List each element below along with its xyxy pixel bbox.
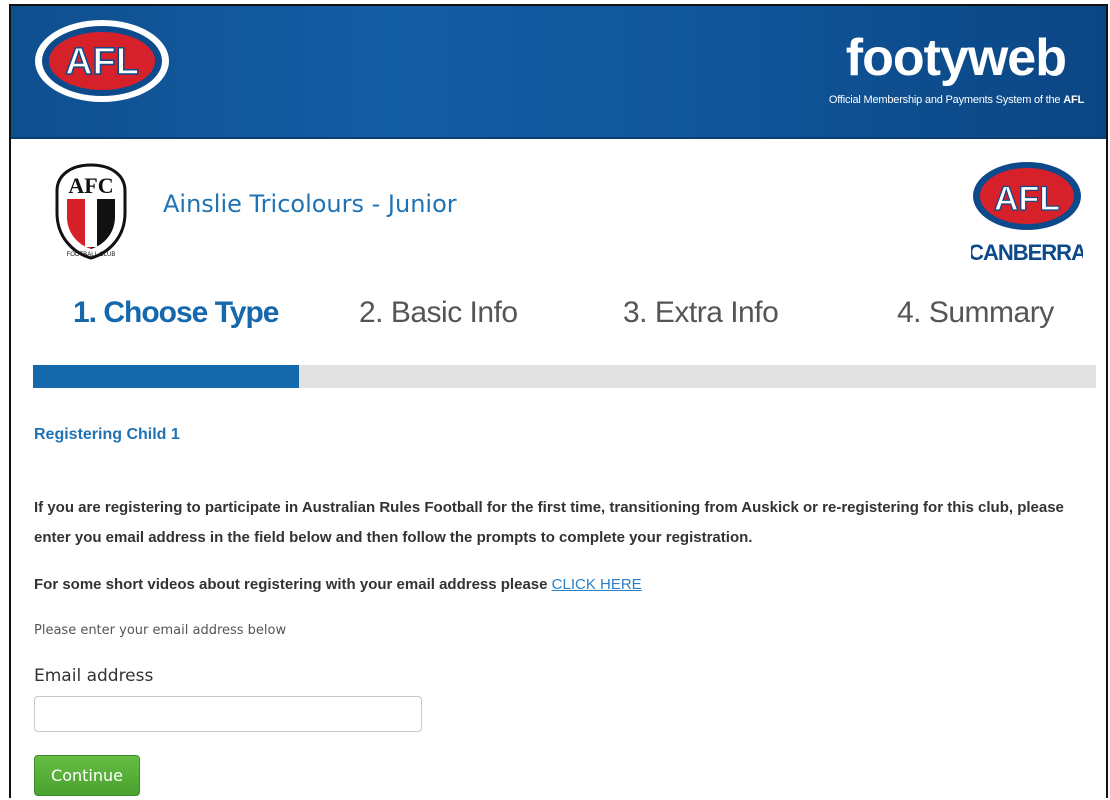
videos-text: For some short videos about registering …: [34, 576, 552, 593]
afl-canberra-logo-text: AFL: [994, 180, 1060, 218]
club-name: Ainslie Tricolours - Junior: [163, 190, 457, 218]
afl-logo-text: AFL: [65, 41, 139, 83]
page-frame: AFL footyweb Official Membership and Pay…: [9, 4, 1108, 798]
click-here-link[interactable]: CLICK HERE: [552, 576, 642, 593]
registration-steps: 1. Choose Type 2. Basic Info 3. Extra In…: [11, 296, 1106, 346]
tagline-bold: AFL: [1063, 94, 1084, 106]
progress-bar: [33, 365, 1096, 388]
email-input[interactable]: [34, 696, 422, 732]
afl-canberra-logo: AFL CANBERRA: [971, 162, 1083, 265]
continue-button[interactable]: Continue: [34, 755, 140, 796]
registering-heading: Registering Child 1: [34, 426, 180, 443]
club-badge-text: AFC: [68, 173, 113, 198]
footyweb-tagline: Official Membership and Payments System …: [829, 94, 1084, 106]
club-badge-icon: AFC FOOTBALL CLUB: [55, 163, 127, 260]
afl-logo[interactable]: AFL: [33, 18, 171, 104]
email-hint: Please enter your email address below: [34, 623, 287, 638]
step-choose-type[interactable]: 1. Choose Type: [73, 296, 279, 330]
step-extra-info[interactable]: 3. Extra Info: [623, 296, 779, 330]
email-label: Email address: [34, 666, 154, 686]
footyweb-brand[interactable]: footyweb: [846, 32, 1067, 84]
tagline-prefix: Official Membership and Payments System …: [828, 94, 1064, 106]
intro-text: If you are registering to participate in…: [34, 499, 1064, 546]
afl-canberra-region: CANBERRA: [971, 240, 1083, 265]
club-badge-ring-text: FOOTBALL CLUB: [67, 252, 116, 258]
site-header: AFL footyweb Official Membership and Pay…: [11, 6, 1106, 139]
videos-line: For some short videos about registering …: [34, 576, 642, 593]
progress-bar-fill: [33, 365, 299, 388]
step-summary[interactable]: 4. Summary: [897, 296, 1054, 330]
step-basic-info[interactable]: 2. Basic Info: [359, 296, 518, 330]
